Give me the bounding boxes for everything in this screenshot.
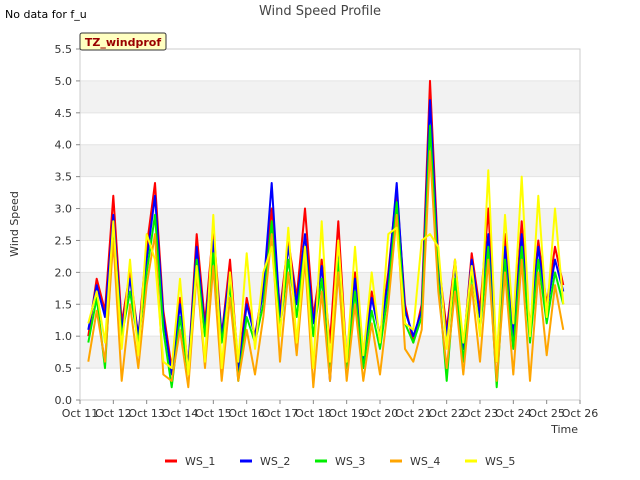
x-tick-label: Oct 22 (428, 407, 465, 420)
y-tick-label: 5.0 (55, 75, 73, 88)
y-tick-label: 2.5 (55, 234, 73, 247)
y-axis: 0.0 0.5 1.0 1.5 2.0 2.5 3.0 3.5 4.0 4.5 5.0 5.5 (55, 43, 80, 407)
x-tick-label: Oct 24 (495, 407, 532, 420)
x-tick-label: Oct 14 (162, 407, 199, 420)
x-tick-label: Oct 12 (95, 407, 132, 420)
x-tick-label: Oct 26 (562, 407, 599, 420)
y-tick-label: 2.0 (55, 266, 73, 279)
x-tick-label: Oct 21 (395, 407, 432, 420)
x-axis: Oct 11Oct 12Oct 13Oct 14Oct 15Oct 16Oct … (62, 400, 599, 420)
y-tick-label: 3.5 (55, 171, 73, 184)
x-tick-label: Oct 16 (228, 407, 265, 420)
x-tick-label: Oct 20 (362, 407, 399, 420)
site-badge-label: TZ_windprof (85, 36, 161, 49)
grid-band (80, 80, 580, 113)
x-tick-label: Oct 17 (262, 407, 299, 420)
y-tick-label: 1.0 (55, 330, 73, 343)
wind-speed-chart: No data for f_u Wind Speed Profile 0.00.… (5, 4, 599, 468)
legend-label: WS_4 (410, 455, 440, 468)
x-axis-label: Time (550, 423, 578, 436)
site-badge: TZ_windprof (79, 32, 167, 51)
x-tick-label: Oct 13 (128, 407, 165, 420)
no-data-note: No data for f_u (5, 8, 87, 21)
y-tick-label: 1.5 (55, 298, 73, 311)
y-tick-label: 5.5 (55, 43, 73, 56)
x-tick-label: Oct 23 (462, 407, 499, 420)
x-tick-label: Oct 18 (295, 407, 332, 420)
x-tick-label: Oct 11 (62, 407, 99, 420)
y-tick-label: 4.0 (55, 139, 73, 152)
legend-label: WS_5 (485, 455, 515, 468)
y-tick-label: 0.5 (55, 362, 73, 375)
y-tick-label: 3.0 (55, 203, 73, 216)
y-axis-label: Wind Speed (8, 191, 21, 257)
grid-band (80, 144, 580, 177)
chart-title: Wind Speed Profile (259, 4, 381, 19)
x-tick-label: Oct 19 (328, 407, 365, 420)
y-tick-label: 0.0 (55, 394, 73, 407)
x-tick-label: Oct 25 (528, 407, 565, 420)
x-tick-label: Oct 15 (195, 407, 232, 420)
y-tick-label: 4.5 (55, 107, 73, 120)
legend-label: WS_2 (260, 455, 290, 468)
legend: WS_1 WS_2 WS_3 WS_4 WS_5 (165, 455, 515, 468)
legend-label: WS_3 (335, 455, 365, 468)
legend-label: WS_1 (185, 455, 215, 468)
